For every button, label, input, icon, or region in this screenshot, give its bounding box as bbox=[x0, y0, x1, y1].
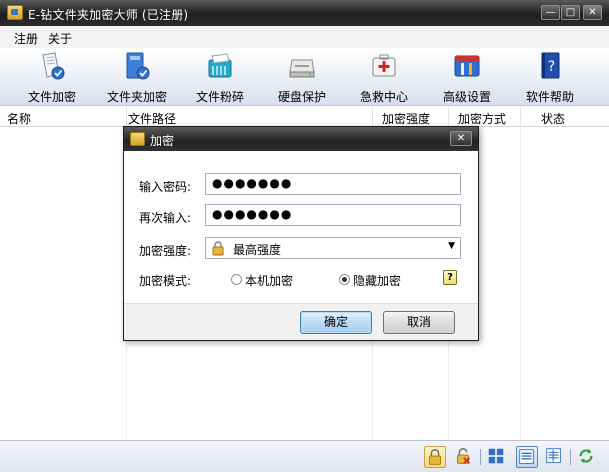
svg-text:?: ? bbox=[548, 59, 555, 75]
list-view-icon bbox=[546, 448, 561, 463]
first-aid-icon bbox=[372, 54, 396, 77]
ok-button[interactable]: 确定 bbox=[300, 311, 372, 334]
window-title: E-钻文件夹加密大师 (已注册) bbox=[28, 8, 189, 22]
column-path[interactable]: 文件路径 bbox=[128, 110, 176, 127]
refresh-button[interactable] bbox=[576, 446, 598, 468]
encrypt-dialog: 加密 ✕ 输入密码: ●●●●●●● 再次输入: ●●●●●●● 加密强度: 最… bbox=[123, 126, 479, 341]
mode-hidden-radio[interactable] bbox=[339, 274, 350, 285]
confirm-password-input[interactable]: ●●●●●●● bbox=[205, 204, 461, 226]
advanced-settings-button[interactable]: 高级设置 bbox=[427, 48, 507, 106]
dialog-titlebar[interactable]: 加密 ✕ bbox=[124, 127, 478, 151]
software-help-button[interactable]: ? 软件帮助 bbox=[510, 48, 590, 106]
first-aid-button[interactable]: 急救中心 bbox=[344, 48, 424, 106]
password-input[interactable]: ●●●●●●● bbox=[205, 173, 461, 195]
dialog-close-button[interactable]: ✕ bbox=[450, 131, 472, 146]
menu-register[interactable]: 注册 bbox=[14, 30, 38, 47]
detail-view-icon bbox=[519, 449, 534, 464]
grid-line bbox=[520, 127, 521, 440]
mode-local-radio[interactable] bbox=[231, 274, 242, 285]
close-button[interactable]: ✕ bbox=[583, 5, 602, 20]
file-list-header: 名称 文件路径 加密强度 加密方式 状态 bbox=[0, 107, 609, 127]
folder-encrypt-button[interactable]: 文件夹加密 bbox=[97, 48, 177, 106]
column-method[interactable]: 加密方式 bbox=[458, 110, 506, 127]
confirm-password-value: ●●●●●●● bbox=[212, 207, 293, 221]
software-help-label: 软件帮助 bbox=[525, 90, 574, 104]
dialog-footer: 确定 取消 bbox=[124, 303, 478, 340]
mode-hidden-label[interactable]: 隐藏加密 bbox=[353, 272, 401, 289]
cancel-button[interactable]: 取消 bbox=[383, 311, 455, 334]
help-icon[interactable]: ? bbox=[443, 270, 457, 285]
first-aid-label: 急救中心 bbox=[359, 90, 408, 104]
advanced-settings-icon bbox=[454, 55, 480, 77]
advanced-settings-label: 高级设置 bbox=[442, 90, 491, 104]
folder-encrypt-icon bbox=[126, 52, 150, 80]
strength-select[interactable]: 最高强度 ▼ bbox=[205, 237, 461, 259]
mode-local-label[interactable]: 本机加密 bbox=[245, 272, 293, 289]
minimize-button[interactable]: — bbox=[541, 5, 560, 20]
large-icon-view-button[interactable] bbox=[486, 446, 508, 468]
file-encrypt-button[interactable]: 文件加密 bbox=[12, 48, 92, 106]
statusbar bbox=[0, 440, 609, 472]
unlock-button[interactable] bbox=[453, 446, 475, 468]
refresh-icon bbox=[579, 448, 593, 464]
dialog-title: 加密 bbox=[150, 134, 175, 148]
app-icon bbox=[7, 5, 23, 20]
file-shred-button[interactable]: 文件粉碎 bbox=[180, 48, 260, 106]
lock-icon bbox=[429, 449, 441, 465]
grid-view-icon bbox=[488, 448, 504, 464]
column-strength[interactable]: 加密强度 bbox=[382, 110, 430, 127]
lock-icon bbox=[212, 241, 224, 256]
toolbar: 文件加密 文件夹加密 文件粉碎 硬盘保护 急救中心 高级设置 ? 软件帮助 bbox=[0, 48, 609, 106]
dialog-body: 输入密码: ●●●●●●● 再次输入: ●●●●●●● 加密强度: 最高强度 ▼… bbox=[124, 151, 478, 303]
menubar: 注册 关于 bbox=[0, 26, 609, 48]
maximize-button[interactable]: □ bbox=[561, 5, 580, 20]
unlock-icon bbox=[457, 448, 471, 464]
disk-protect-button[interactable]: 硬盘保护 bbox=[262, 48, 342, 106]
folder-encrypt-label: 文件夹加密 bbox=[106, 90, 167, 104]
list-view-button[interactable] bbox=[544, 446, 566, 468]
detail-view-button[interactable] bbox=[516, 446, 538, 468]
password-label: 输入密码: bbox=[139, 180, 192, 194]
strength-label: 加密强度: bbox=[139, 244, 192, 258]
help-book-icon: ? bbox=[541, 52, 560, 79]
chevron-down-icon: ▼ bbox=[448, 241, 455, 251]
file-encrypt-label: 文件加密 bbox=[27, 90, 76, 104]
dialog-app-icon bbox=[130, 132, 145, 146]
file-shred-icon bbox=[208, 53, 232, 78]
password-value: ●●●●●●● bbox=[212, 176, 293, 190]
file-shred-label: 文件粉碎 bbox=[195, 90, 244, 104]
mode-label: 加密模式: bbox=[139, 274, 192, 288]
lock-view-button[interactable] bbox=[424, 446, 446, 468]
column-status[interactable]: 状态 bbox=[541, 110, 565, 127]
disk-protect-icon bbox=[289, 59, 315, 78]
file-encrypt-icon bbox=[42, 52, 65, 80]
column-name[interactable]: 名称 bbox=[7, 110, 31, 127]
strength-value: 最高强度 bbox=[233, 243, 282, 257]
window-titlebar[interactable]: E-钻文件夹加密大师 (已注册) — □ ✕ bbox=[0, 0, 609, 26]
menu-about[interactable]: 关于 bbox=[48, 30, 72, 47]
disk-protect-label: 硬盘保护 bbox=[277, 90, 326, 104]
confirm-password-label: 再次输入: bbox=[139, 211, 192, 225]
